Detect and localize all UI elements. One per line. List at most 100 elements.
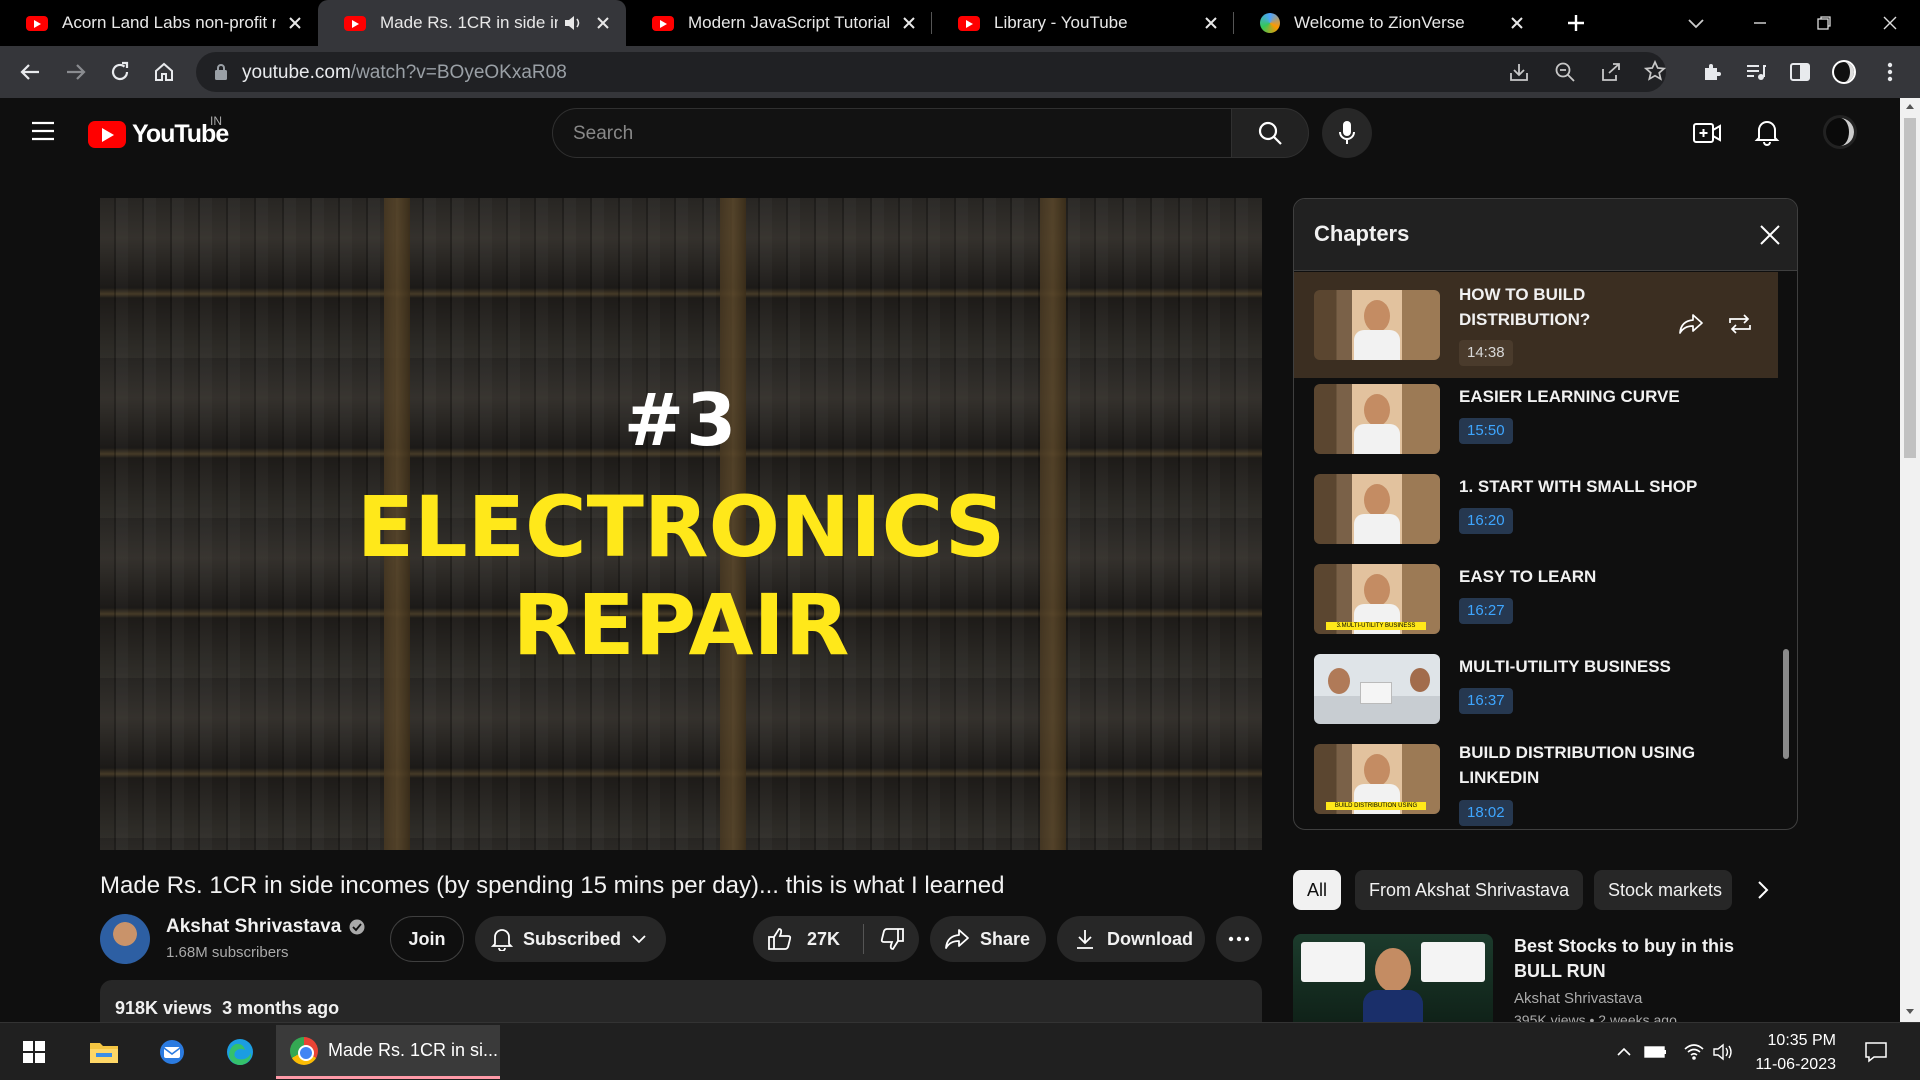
chapters-scrollbar[interactable] [1783,649,1789,759]
create-video-icon[interactable] [1692,120,1722,146]
battery-icon[interactable] [1636,1032,1676,1072]
close-tab-icon[interactable] [284,12,306,34]
close-window-icon[interactable] [1876,9,1904,37]
share-label: Share [980,928,1031,949]
install-app-icon[interactable] [1508,61,1530,83]
close-chapters-icon[interactable] [1754,219,1786,251]
filter-chip-all[interactable]: All [1293,870,1342,910]
browser-menu-icon[interactable] [1876,58,1904,86]
taskbar-chrome-window[interactable]: Made Rs. 1CR in si... [276,1025,500,1079]
address-bar[interactable]: youtube.com/watch?v=BOyeOKxaR08 [196,52,1666,92]
recommendation-channel[interactable]: Akshat Shrivastava [1514,990,1642,1007]
bell-icon [491,927,513,951]
lock-icon[interactable] [214,63,228,81]
chapter-item[interactable]: EASIER LEARNING CURVE 15:50 [1294,378,1778,468]
recommendation-title[interactable]: Best Stocks to buy in this BULL RUN [1514,934,1784,984]
chapters-panel: Chapters HOW TO BUILD DISTRIBUTION? 14:3… [1293,198,1798,830]
side-panel-icon[interactable] [1786,58,1814,86]
browser-tab[interactable]: Library - YouTube [932,0,1234,46]
chapter-timestamp[interactable]: 16:37 [1459,688,1513,714]
share-arrow-icon [944,928,970,950]
close-tab-icon[interactable] [898,12,920,34]
filter-chip-channel[interactable]: From Akshat Shrivastava [1355,870,1584,910]
subscribed-button[interactable]: Subscribed [475,916,666,962]
join-button[interactable]: Join [390,916,464,962]
youtube-favicon-icon [26,15,48,31]
tab-title: Modern JavaScript Tutorial # [688,13,890,32]
browser-tab[interactable]: Welcome to ZionVerse [1234,0,1540,46]
chapter-timestamp[interactable]: 14:38 [1459,340,1513,366]
media-control-icon[interactable] [1742,58,1770,86]
reload-icon[interactable] [106,58,134,86]
minimize-icon[interactable] [1746,9,1774,37]
url-text: youtube.com/watch?v=BOyeOKxaR08 [242,62,567,84]
scroll-up-arrow-icon[interactable] [1905,102,1915,110]
windows-start-icon[interactable] [14,1032,54,1072]
page-scrollbar-thumb[interactable] [1904,118,1916,458]
clock-time: 10:35 PM [1767,1032,1836,1049]
chapter-item[interactable]: 1. START WITH SMALL SHOP 16:20 [1294,468,1778,558]
youtube-logo[interactable]: YouTube IN [88,114,229,149]
repeat-chapter-icon[interactable] [1724,308,1756,340]
channel-name[interactable]: Akshat Shrivastava [166,916,341,938]
home-icon[interactable] [150,58,178,86]
speaker-icon[interactable] [562,12,584,34]
close-tab-icon[interactable] [1506,12,1528,34]
share-button[interactable]: Share [930,916,1046,962]
zoom-icon[interactable] [1554,61,1576,83]
forward-arrow-icon[interactable] [62,58,90,86]
file-explorer-icon[interactable] [84,1032,124,1072]
chips-next-chevron-icon[interactable] [1756,880,1770,900]
mail-app-icon[interactable] [152,1032,192,1072]
browser-tab-active[interactable]: Made Rs. 1CR in side inco [318,0,626,46]
share-page-icon[interactable] [1600,61,1622,83]
chapter-timestamp[interactable]: 18:02 [1459,800,1513,826]
url-path: /watch?v=BOyeOKxaR08 [350,62,567,83]
back-arrow-icon[interactable] [16,58,44,86]
youtube-play-logo-icon [88,121,126,148]
scroll-down-arrow-icon[interactable] [1905,1008,1915,1016]
more-actions-button[interactable] [1216,916,1262,962]
chapter-timestamp[interactable]: 16:27 [1459,598,1513,624]
filter-chip-stock-markets[interactable]: Stock markets [1594,870,1732,910]
video-player[interactable]: #3 ELECTRONICS REPAIR [100,198,1262,850]
profile-avatar-icon[interactable] [1830,58,1858,86]
channel-name-row[interactable]: Akshat Shrivastava [166,916,365,938]
chapter-item[interactable]: 3.MULTI-UTILITY BUSINESS EASY TO LEARN 1… [1294,558,1778,648]
browser-tab[interactable]: Acorn Land Labs non-profit m [0,0,318,46]
chapter-thumbnail: 3.MULTI-UTILITY BUSINESS [1314,564,1440,634]
dislike-button[interactable] [864,927,919,951]
edge-browser-icon[interactable] [220,1032,260,1072]
restore-icon[interactable] [1810,9,1838,37]
close-tab-icon[interactable] [592,12,614,34]
notifications-bell-icon[interactable] [1754,118,1780,146]
chapter-thumbnail [1314,474,1440,544]
page-scrollbar[interactable] [1900,98,1920,1022]
notification-center-icon[interactable] [1856,1032,1896,1072]
account-avatar[interactable] [1822,114,1858,150]
system-clock[interactable]: 10:35 PM 11-06-2023 [1736,1029,1836,1077]
download-button[interactable]: Download [1057,916,1205,962]
new-tab-plus-icon[interactable] [1562,9,1590,37]
chapter-item[interactable]: BUILD DISTRIBUTION USING LINKEDIN BUILD … [1294,738,1778,829]
extensions-puzzle-icon[interactable] [1698,58,1726,86]
view-stats: 918K views 3 months ago [115,998,339,1019]
close-tab-icon[interactable] [1200,12,1222,34]
hamburger-menu-icon[interactable] [30,120,56,142]
chapter-timestamp[interactable]: 16:20 [1459,508,1513,534]
video-overlay-number: #3 [623,378,739,462]
voice-search-button[interactable] [1322,108,1372,158]
search-icon [1258,121,1282,145]
search-box [552,108,1232,158]
chapter-item-active[interactable]: HOW TO BUILD DISTRIBUTION? 14:38 [1294,272,1778,378]
tab-search-chevron-icon[interactable] [1682,9,1710,37]
search-button[interactable] [1231,108,1309,158]
channel-avatar[interactable] [100,914,150,964]
chapter-timestamp[interactable]: 15:50 [1459,418,1513,444]
search-input[interactable] [573,121,1173,147]
share-chapter-icon[interactable] [1675,308,1707,340]
bookmark-star-icon[interactable] [1644,60,1666,82]
like-button[interactable]: 27K [753,927,863,951]
chapter-item[interactable]: MULTI-UTILITY BUSINESS 16:37 [1294,648,1778,738]
browser-tab[interactable]: Modern JavaScript Tutorial # [626,0,932,46]
